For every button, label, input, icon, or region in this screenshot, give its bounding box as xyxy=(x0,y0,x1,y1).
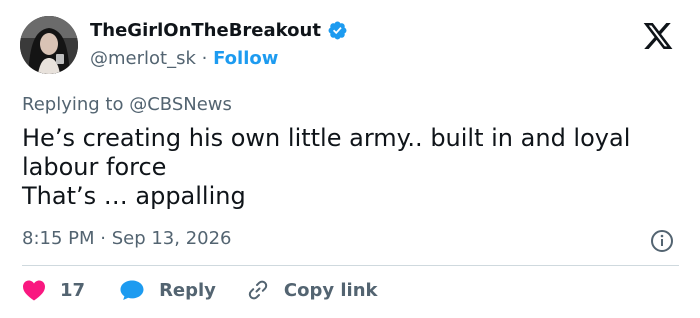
tweet-text-line: He’s creating his own little army.. buil… xyxy=(22,124,631,152)
tweet-text: He’s creating his own little army.. buil… xyxy=(22,124,682,211)
tweet-timestamp[interactable]: 8:15 PM · Sep 13, 2026 xyxy=(22,228,232,249)
reply-context: Replying to @CBSNews xyxy=(22,94,232,115)
avatar[interactable] xyxy=(20,16,78,74)
link-icon xyxy=(248,280,268,300)
follow-button[interactable]: Follow xyxy=(213,48,278,69)
copy-link-button[interactable]: Copy link xyxy=(246,278,378,302)
tweet-text-line: That’s … appalling xyxy=(22,182,246,210)
avatar-photo xyxy=(20,16,78,74)
reply-mention-link[interactable]: @CBSNews xyxy=(129,94,232,115)
divider xyxy=(22,265,679,266)
display-name[interactable]: TheGirlOnTheBreakout xyxy=(90,20,321,41)
like-count: 17 xyxy=(60,279,86,301)
author-handle[interactable]: @merlot_sk xyxy=(90,48,196,69)
reply-bubble-icon xyxy=(120,280,144,300)
tweet-card: TheGirlOnTheBreakout @merlot_sk · Follow… xyxy=(0,0,700,318)
handle-row: @merlot_sk · Follow xyxy=(90,48,278,69)
verified-badge-icon xyxy=(328,21,347,40)
tweet-text-line: labour force xyxy=(22,153,167,181)
x-logo-icon[interactable] xyxy=(640,20,676,52)
tweet-actions: 17 Reply Copy link xyxy=(22,278,378,302)
reply-label: Reply xyxy=(159,279,216,301)
copy-link-label: Copy link xyxy=(283,279,378,301)
author-name[interactable]: TheGirlOnTheBreakout xyxy=(90,20,348,41)
separator-dot: · xyxy=(201,48,208,69)
info-icon[interactable] xyxy=(650,229,674,253)
heart-icon xyxy=(23,280,45,301)
reply-button[interactable]: Reply xyxy=(119,279,216,301)
like-button[interactable]: 17 xyxy=(22,279,85,301)
reply-context-prefix: Replying to xyxy=(22,94,124,115)
